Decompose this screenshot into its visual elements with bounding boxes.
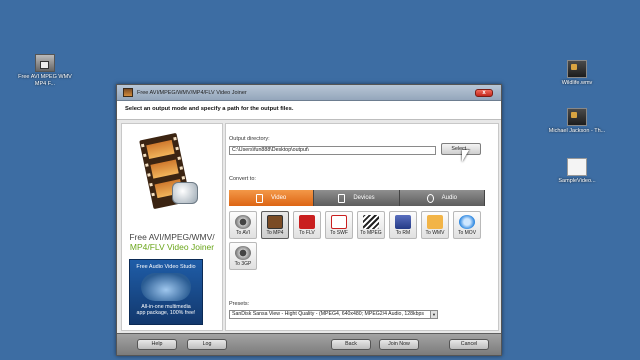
select-folder-button[interactable]: Select... <box>441 143 481 155</box>
product-name-line2: MP4/FLV Video Joiner <box>129 242 215 252</box>
desktop-icon-label: SampleVideo... <box>558 178 596 184</box>
log-button[interactable]: Log <box>187 339 227 350</box>
video-icon <box>256 193 264 203</box>
format-label: To MP4 <box>266 230 284 236</box>
swf-icon <box>331 215 347 229</box>
app-shortcut-icon <box>35 54 55 72</box>
music-note-icon <box>426 193 434 203</box>
desktop-icon-app-shortcut[interactable]: Free AVI MPEG WMV MP4 F... <box>14 54 76 87</box>
main-content: Output directory: C:\Users\fun888\Deskto… <box>225 123 499 331</box>
page-header: Select an output mode and specify a path… <box>117 101 501 120</box>
desktop-icon-label: Free AVI MPEG WMV MP4 F... <box>18 74 72 87</box>
presets-value: SanDisk Sansa View - Hight Quality - (MP… <box>232 311 424 317</box>
desktop-icon-sample-video[interactable]: SampleVideo... <box>546 158 608 185</box>
flash-icon <box>299 215 315 229</box>
tab-video[interactable]: Video <box>229 190 315 206</box>
format-label: To WMV <box>425 230 445 236</box>
promo-text-line2: app package, 100% free! <box>136 310 196 316</box>
app-icon <box>123 88 133 97</box>
format-label: To MOV <box>457 230 477 236</box>
format-label: To AVI <box>235 230 251 236</box>
product-name: Free AVI/MPEG/WMV/ MP4/FLV Video Joiner <box>122 232 222 252</box>
phone-icon <box>338 193 346 203</box>
format-flv-button[interactable]: To FLV <box>293 211 321 239</box>
cancel-button[interactable]: Cancel <box>449 339 489 350</box>
clapperboard-icon <box>363 215 379 229</box>
desktop-icon-label: Wildlife.wmv <box>561 80 593 86</box>
output-directory-input[interactable]: C:\Users\fun888\Desktop\output\ <box>229 146 436 155</box>
document-file-icon <box>567 158 587 176</box>
format-mp4-button[interactable]: To MP4 <box>261 211 289 239</box>
film-reel-icon <box>235 246 251 260</box>
window-titlebar[interactable]: Free AVI/MPEG/WMV/MP4/FLV Video Joiner <box>117 85 501 101</box>
tab-devices-label: Devices <box>353 195 375 201</box>
product-name-line1: Free AVI/MPEG/WMV/ <box>129 232 215 242</box>
convert-tabs: Video Devices Audio <box>229 190 485 206</box>
left-panel: Free AVI/MPEG/WMV/ MP4/FLV Video Joiner … <box>121 123 223 331</box>
format-label: To SWF <box>330 230 348 236</box>
window-title: Free AVI/MPEG/WMV/MP4/FLV Video Joiner <box>137 89 247 96</box>
format-label: To MPEG <box>360 230 382 236</box>
back-button[interactable]: Back <box>331 339 371 350</box>
chevron-down-icon[interactable]: ▼ <box>430 311 437 318</box>
film-joiner-logo-icon <box>139 132 202 221</box>
quicktime-icon <box>459 215 475 229</box>
format-label: To 3GP <box>234 261 252 267</box>
film-reel-icon <box>235 215 251 229</box>
presets-label: Presets: <box>229 301 250 307</box>
mouse-cursor-icon <box>462 150 469 162</box>
format-wmv-button[interactable]: To WMV <box>421 211 449 239</box>
tab-audio[interactable]: Audio <box>399 190 485 206</box>
format-mpeg-button[interactable]: To MPEG <box>357 211 385 239</box>
help-button[interactable]: Help <box>137 339 177 350</box>
format-label: To RM <box>395 230 411 236</box>
output-directory-label: Output directory: <box>229 136 270 142</box>
video-joiner-window: Free AVI/MPEG/WMV/MP4/FLV Video Joiner x… <box>116 84 502 356</box>
video-file-icon <box>567 60 587 78</box>
close-button[interactable]: x <box>475 89 493 97</box>
promo-art-icon <box>141 273 191 301</box>
join-now-button[interactable]: Join Now <box>379 339 419 350</box>
promo-title: Free Audio Video Studio <box>136 264 196 270</box>
desktop-icon-michael-jackson[interactable]: Michael Jackson - Th... <box>546 108 608 135</box>
window-footer: Help Log Back Join Now Cancel <box>117 333 501 355</box>
format-avi-button[interactable]: To AVI <box>229 211 257 239</box>
tab-devices[interactable]: Devices <box>314 190 400 206</box>
film-strip-icon <box>267 215 283 229</box>
tab-audio-label: Audio <box>441 195 457 201</box>
desktop-icon-wildlife[interactable]: Wildlife.wmv <box>546 60 608 87</box>
format-grid: To AVI To MP4 To FLV To SWF To MPEG To R… <box>229 211 485 270</box>
convert-to-label: Convert to: <box>229 176 256 182</box>
format-rm-button[interactable]: To RM <box>389 211 417 239</box>
format-mov-button[interactable]: To MOV <box>453 211 481 239</box>
desktop-icon-label: Michael Jackson - Th... <box>548 128 606 134</box>
presets-dropdown[interactable]: SanDisk Sansa View - Hight Quality - (MP… <box>229 310 438 319</box>
format-label: To FLV <box>299 230 315 236</box>
windows-media-icon <box>427 215 443 229</box>
video-file-icon <box>567 108 587 126</box>
format-swf-button[interactable]: To SWF <box>325 211 353 239</box>
format-3gp-button[interactable]: To 3GP <box>229 242 257 270</box>
tab-video-label: Video <box>271 195 287 201</box>
realmedia-icon <box>395 215 411 229</box>
promo-banner[interactable]: Free Audio Video Studio All-in-one multi… <box>129 259 203 325</box>
